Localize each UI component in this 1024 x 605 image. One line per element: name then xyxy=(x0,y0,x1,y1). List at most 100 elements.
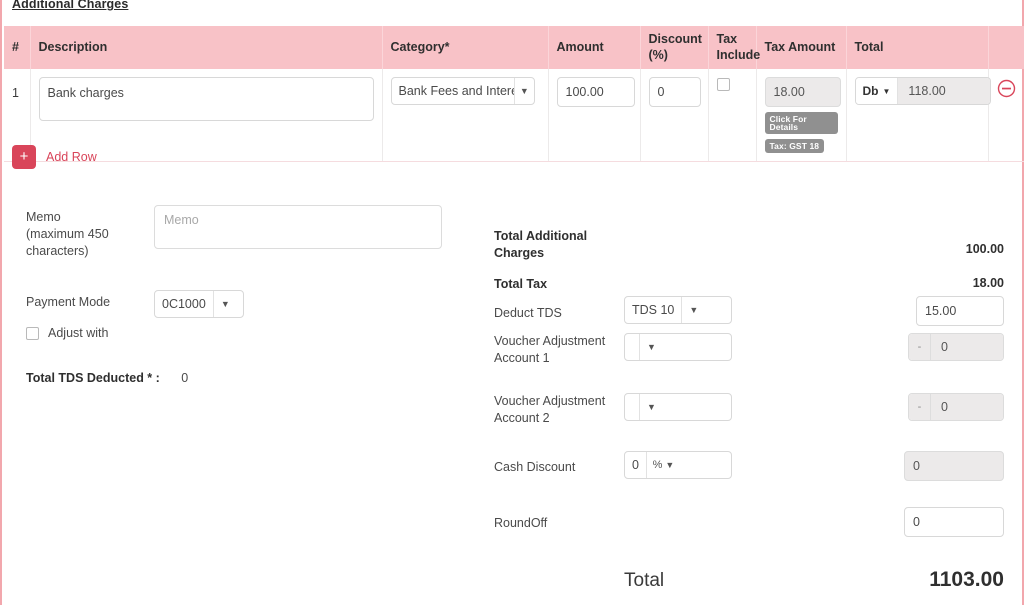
column-header-actions xyxy=(988,26,1024,70)
chevron-down-icon: ▼ xyxy=(212,290,237,317)
tax-amount-input[interactable] xyxy=(764,77,841,108)
category-select-value: Bank Fees and Interests xyxy=(398,84,515,99)
deduct-tds-select-value: TDS 10 xyxy=(632,303,675,317)
total-additional-charges-label-line1: Total Additional xyxy=(494,229,588,243)
roundoff-value-wrap xyxy=(904,507,1004,537)
chevron-down-icon: ▼ xyxy=(665,460,675,470)
memo-label-line3: characters) xyxy=(26,243,89,258)
voucher-adjustment-1-value-group[interactable]: - 0 xyxy=(908,333,1004,361)
deduct-tds-select[interactable]: TDS 10 ▼ xyxy=(624,296,732,324)
column-header-tax-include: Tax Include xyxy=(708,26,760,70)
adjust-with-row[interactable]: Adjust with xyxy=(26,326,108,340)
voucher-adjustment-1-select-wrap: ▼ xyxy=(624,333,732,365)
chevron-down-icon: ▼ xyxy=(639,334,663,360)
category-select[interactable]: Bank Fees and Interests ▼ xyxy=(390,77,535,106)
total-tds-deducted-label: Total TDS Deducted * : xyxy=(26,371,160,385)
roundoff-input[interactable] xyxy=(904,507,1004,537)
voucher-adjustment-1-value: 0 xyxy=(931,334,1003,360)
add-row-control[interactable]: + Add Row xyxy=(12,145,97,169)
click-for-details-badge[interactable]: Click For Details xyxy=(764,112,838,135)
tax-rate-badge: Tax: GST 18 xyxy=(764,139,825,153)
column-header-tax-amount: Tax Amount xyxy=(756,26,847,70)
total-additional-charges-value: 100.00 xyxy=(965,242,1004,256)
row-index-label: 1 xyxy=(12,86,19,101)
grand-total-label: Total xyxy=(624,570,665,591)
minus-sign-prefix: - xyxy=(909,334,931,360)
column-header-amount: Amount xyxy=(548,26,641,70)
adjust-with-checkbox[interactable] xyxy=(26,326,39,340)
cash-discount-value-input[interactable] xyxy=(904,451,1004,481)
deduct-tds-value-input[interactable] xyxy=(916,296,1004,326)
add-row-label[interactable]: Add Row xyxy=(46,150,97,164)
voucher-adjustment-1-value-wrap: - 0 xyxy=(908,333,1004,361)
cash-discount-label: Cash Discount xyxy=(494,460,576,474)
category-cell: Bank Fees and Interests ▼ xyxy=(382,69,549,162)
voucher-adjustment-2-value-wrap: - 0 xyxy=(908,393,1004,421)
roundoff-label: RoundOff xyxy=(494,516,548,530)
tax-include-checkbox[interactable] xyxy=(716,78,730,92)
deduct-tds-select-wrap: TDS 10 ▼ xyxy=(624,296,732,324)
column-header-total: Total xyxy=(846,26,989,70)
total-additional-charges-label-line2: Charges xyxy=(494,245,545,260)
minus-sign-prefix: - xyxy=(909,394,931,420)
memo-label-line1: Memo xyxy=(26,210,61,224)
amount-input[interactable] xyxy=(556,77,635,108)
cash-discount-input[interactable]: 0 xyxy=(625,452,646,478)
total-input-group: Db ▼ 118.00 xyxy=(854,77,992,106)
discount-cell xyxy=(640,69,709,162)
total-cell: Db ▼ 118.00 xyxy=(846,69,992,162)
left-form-panel: Memo (maximum 450 characters) Payment Mo… xyxy=(26,205,466,318)
discount-input[interactable] xyxy=(648,77,701,108)
column-header-discount: Discount (%) xyxy=(640,26,709,70)
deduct-tds-label: Deduct TDS xyxy=(494,306,562,320)
total-tax-label: Total Tax xyxy=(494,277,548,291)
total-additional-charges-label: Total Additional Charges xyxy=(494,228,624,262)
voucher-adjustment-2-select-wrap: ▼ xyxy=(624,393,732,425)
total-value: 118.00 xyxy=(898,78,991,105)
voucher-adjustment-1-label-line1: Voucher Adjustment xyxy=(494,334,606,348)
cash-discount-unit-select[interactable]: % ▼ xyxy=(645,452,680,478)
additional-charges-table: # Description Category* Amount Discount … xyxy=(4,26,1024,162)
cash-discount-value-wrap xyxy=(904,451,1004,481)
voucher-adjustment-1-select[interactable]: ▼ xyxy=(624,333,732,361)
voucher-adjustment-2-select[interactable]: ▼ xyxy=(624,393,732,421)
plus-icon[interactable]: + xyxy=(12,145,36,169)
tax-include-cell xyxy=(708,69,757,162)
chevron-down-icon: ▼ xyxy=(639,394,663,420)
debit-credit-value: Db xyxy=(862,84,879,99)
description-input[interactable] xyxy=(38,77,374,122)
memo-label: Memo (maximum 450 characters) xyxy=(26,205,154,260)
memo-row: Memo (maximum 450 characters) xyxy=(26,205,466,260)
grand-total-value: 1103.00 xyxy=(929,568,1004,591)
debit-credit-select[interactable]: Db ▼ xyxy=(855,78,899,105)
column-header-category: Category* xyxy=(382,26,549,70)
cash-discount-input-group[interactable]: 0 % ▼ xyxy=(624,451,732,479)
voucher-adjustment-2-label-line1: Voucher Adjustment xyxy=(494,394,606,408)
deduct-tds-value-wrap xyxy=(916,296,1004,326)
total-tds-deducted-value: 0 xyxy=(181,371,189,385)
page-title: Additional Charges xyxy=(12,0,129,11)
amount-cell xyxy=(548,69,641,162)
payment-mode-select[interactable]: 0C1000 ▼ xyxy=(154,289,244,318)
column-header-description: Description xyxy=(30,26,383,70)
adjust-with-label: Adjust with xyxy=(48,326,109,340)
voucher-adjustment-2-label: Voucher Adjustment Account 2 xyxy=(494,393,624,427)
memo-label-line2: (maximum 450 xyxy=(26,226,109,241)
tax-amount-cell: Click For Details Tax: GST 18 xyxy=(756,69,847,162)
voucher-adjustment-1-label-line2: Account 1 xyxy=(494,350,550,365)
table-row: 1 Bank Fees and Interests ▼ xyxy=(4,69,1024,162)
voucher-adjustment-2-label-line2: Account 2 xyxy=(494,410,550,425)
cash-discount-input-wrap: 0 % ▼ xyxy=(624,451,732,479)
remove-row-cell xyxy=(988,69,1024,162)
voucher-adjustment-1-select-value xyxy=(625,334,639,360)
total-tax-value: 18.00 xyxy=(972,276,1004,290)
memo-input[interactable] xyxy=(154,205,442,249)
voucher-adjustment-2-value-group[interactable]: - 0 xyxy=(908,393,1004,421)
additional-charges-page: Additional Charges # Description Categor… xyxy=(0,0,1024,605)
chevron-down-icon: ▼ xyxy=(514,78,533,105)
voucher-adjustment-2-value: 0 xyxy=(931,394,1003,420)
voucher-adjustment-2-select-value xyxy=(625,394,639,420)
payment-mode-label: Payment Mode xyxy=(26,294,111,309)
chevron-down-icon: ▼ xyxy=(882,86,891,96)
circle-minus-icon[interactable] xyxy=(997,79,1016,98)
